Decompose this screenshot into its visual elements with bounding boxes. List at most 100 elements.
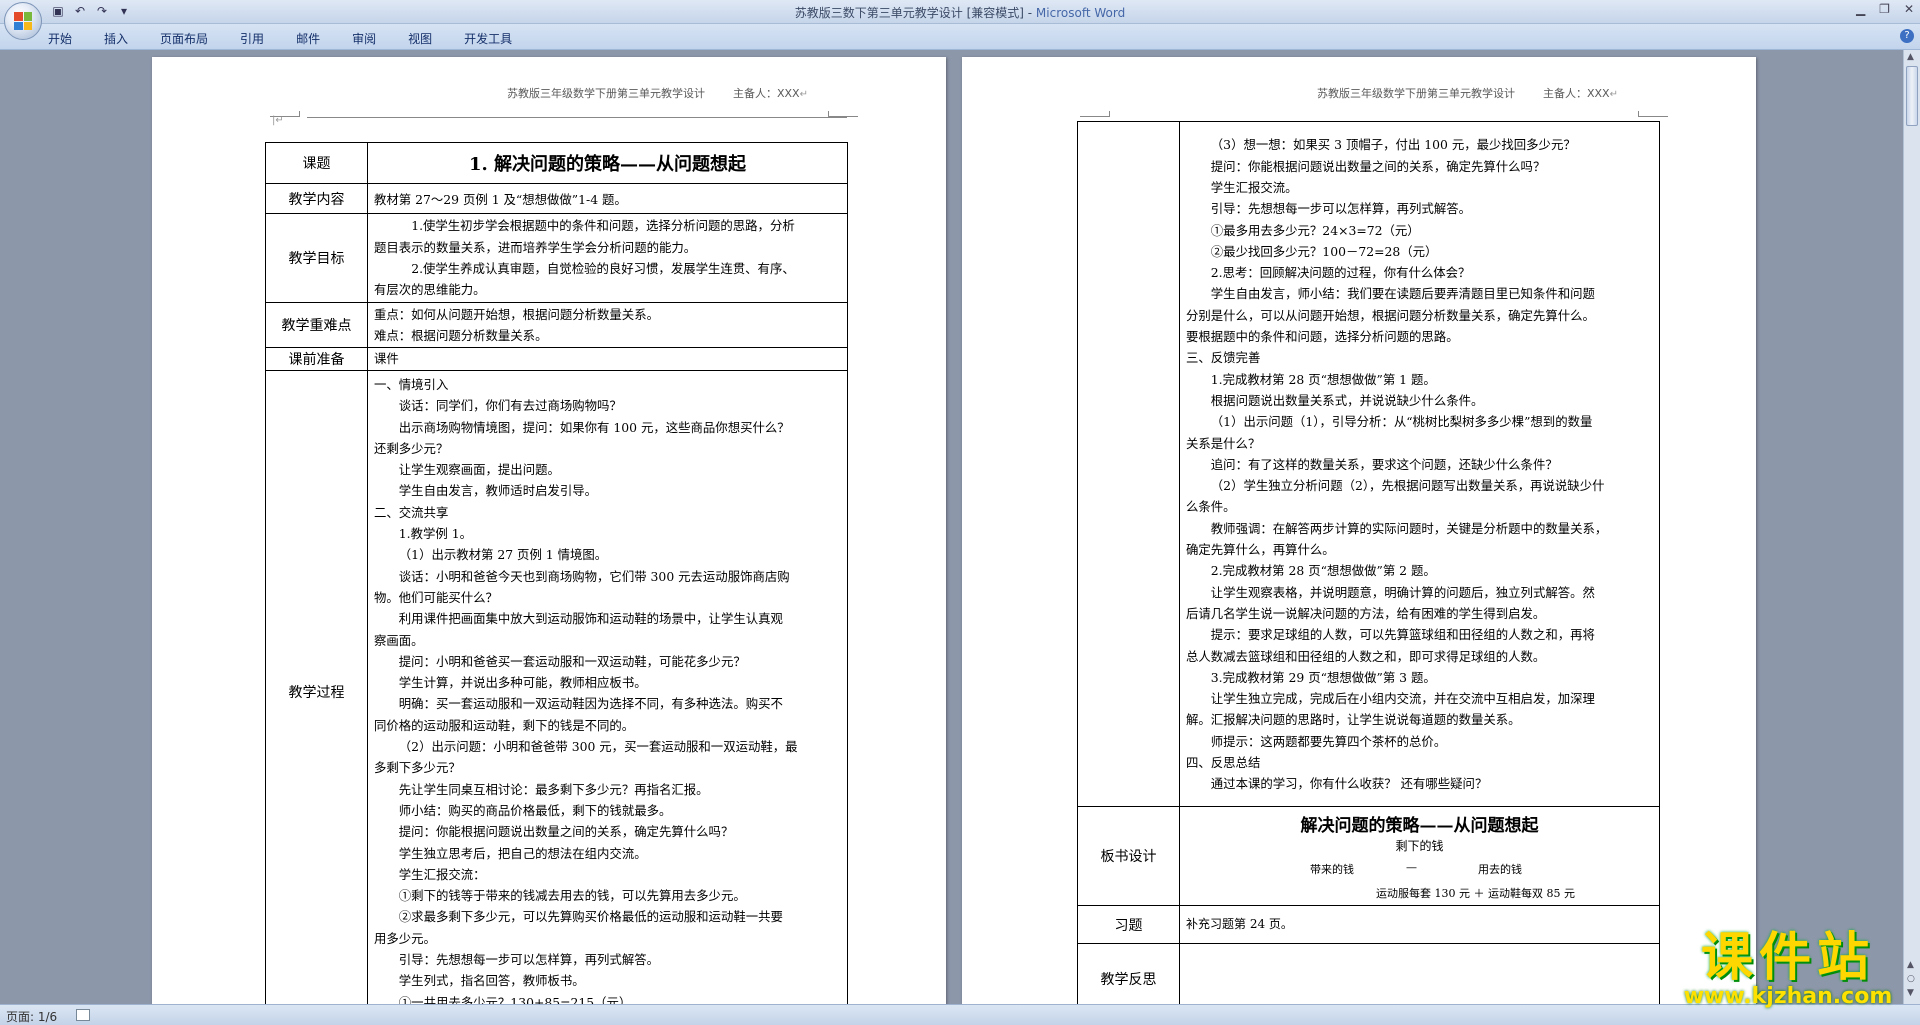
tab-mailings[interactable]: 邮件 bbox=[296, 30, 320, 47]
help-icon[interactable]: ? bbox=[1900, 29, 1914, 43]
tab-view[interactable]: 视图 bbox=[408, 30, 432, 47]
process-line: 师提示：这两题都要先算四个茶杯的总价。 bbox=[1210, 733, 1447, 749]
page-header: 苏教版三年级数学下册第三单元教学设计 主备人：XXX↵ bbox=[507, 87, 808, 100]
content-line: 有层次的思维能力。 bbox=[374, 282, 486, 298]
office-button[interactable] bbox=[4, 2, 42, 40]
lesson-table-continued: （3）想一想：如果买 3 顶帽子，付出 100 元，最少找回多少元？ 提问：你能根… bbox=[1077, 121, 1660, 1004]
process-line: 先让学生同桌互相讨论：最多剩下多少元？再指名汇报。 bbox=[398, 781, 709, 797]
ribbon-tabs: 开始 插入 页面布局 引用 邮件 审阅 视图 开发工具 bbox=[48, 30, 544, 47]
process-line: 要根据题中的条件和问题，选择分析问题的思路。 bbox=[1186, 329, 1459, 345]
board-subtitle: 剩下的钱 bbox=[1395, 839, 1444, 853]
lesson-title: 1. 解决问题的策略——从问题想起 bbox=[367, 142, 848, 184]
process-line: 三、反馈完善 bbox=[1186, 350, 1261, 366]
process-line: 通过本课的学习，你有什么收获？ 还有哪些疑问？ bbox=[1210, 776, 1488, 792]
tab-home[interactable]: 开始 bbox=[48, 30, 72, 47]
content-line: 2.使学生养成认真审题，自觉检验的良好习惯，发展学生连贯、有序、 bbox=[411, 261, 795, 276]
document-workspace: 苏教版三年级数学下册第三单元教学设计 主备人：XXX↵ |↵ 课题 1. 解决问… bbox=[0, 50, 1903, 1004]
title-bar: ▣ ↶ ↷ ▾ 苏教版三数下第三单元教学设计 [兼容模式] - Microsof… bbox=[0, 0, 1920, 24]
vertical-scrollbar[interactable]: ▲ ▲ ○ ▼ bbox=[1903, 50, 1920, 1004]
process-line: 利用课件把画面集中放大到运动服饰和运动鞋的场景中，让学生认真观 bbox=[398, 611, 783, 627]
watermark-url: www.kjzhan.com bbox=[1683, 984, 1893, 1009]
process-line: 关系是什么？ bbox=[1186, 435, 1261, 451]
process-line: 学生自由发言，教师适时启发引导。 bbox=[398, 483, 598, 499]
row-label: 教学反思 bbox=[1077, 943, 1180, 1004]
content-line: 题目表示的数量关系，进而培养学生学会分析问题的能力。 bbox=[374, 239, 697, 255]
process-line: 物。他们可能买什么？ bbox=[374, 589, 498, 605]
scroll-thumb[interactable] bbox=[1906, 66, 1918, 126]
minimize-icon[interactable]: ▁ bbox=[1856, 2, 1865, 16]
crop-mark bbox=[1638, 111, 1668, 117]
tab-developer[interactable]: 开发工具 bbox=[464, 30, 512, 47]
process-line: （3）想一想：如果买 3 顶帽子，付出 100 元，最少找回多少元？ bbox=[1210, 137, 1576, 153]
table-row: 习题 补充习题第 24 页。 bbox=[1077, 905, 1660, 944]
proofing-icon[interactable] bbox=[76, 1009, 90, 1021]
page-nav-buttons[interactable]: ▲ ○ ▼ bbox=[1907, 958, 1915, 1000]
tab-insert[interactable]: 插入 bbox=[104, 30, 128, 47]
restore-icon[interactable]: ❐ bbox=[1879, 2, 1890, 16]
process-line: 么条件。 bbox=[1186, 499, 1236, 515]
process-line: 学生汇报交流。 bbox=[1210, 179, 1298, 195]
cursor-mark: |↵ bbox=[272, 115, 284, 126]
process-line: 让学生观察表格，并说明题意，明确计算的问题后，独立列式解答。然 bbox=[1210, 584, 1595, 600]
content-line: 难点：根据问题分析数量关系。 bbox=[374, 328, 548, 343]
table-row: 课前准备 课件 bbox=[265, 347, 848, 371]
tab-references[interactable]: 引用 bbox=[240, 30, 264, 47]
process-line: 用多少元。 bbox=[374, 930, 436, 946]
row-label: 课题 bbox=[265, 142, 368, 184]
table-row: 教学反思 bbox=[1077, 943, 1660, 1004]
process-line: 明确：买一套运动服和一双运动鞋因为选择不同，有多种选法。购买不 bbox=[398, 696, 783, 712]
lesson-table: 课题 1. 解决问题的策略——从问题想起 教学内容 教材第 27～29 页例 1… bbox=[265, 142, 848, 1004]
board-design-cell: 解决问题的策略——从问题想起 剩下的钱 带来的钱 — 用去的钱 运动服每套 13… bbox=[1179, 806, 1660, 906]
objectives-cell: 1.使学生初步学会根据题中的条件和问题，选择分析问题的思路，分析 题目表示的数量… bbox=[367, 213, 848, 303]
process-line: 师小结：购买的商品价格最低，剩下的钱就最多。 bbox=[398, 802, 672, 818]
process-line: 提示：要求足球组的人数，可以先算篮球组和田径组的人数之和，再将 bbox=[1210, 627, 1595, 643]
process-line: 学生自由发言，师小结：我们要在读题后要弄清题目里已知条件和问题 bbox=[1210, 286, 1595, 302]
window-title: 苏教版三数下第三单元教学设计 [兼容模式] - Microsoft Word bbox=[794, 6, 1126, 20]
process-line: 1.教学例 1。 bbox=[398, 526, 473, 542]
process-line: 分别是什么，可以从问题开始想，根据问题分析数量关系，确定先算什么。 bbox=[1186, 307, 1595, 323]
process-cell: （3）想一想：如果买 3 顶帽子，付出 100 元，最少找回多少元？ 提问：你能根… bbox=[1179, 121, 1660, 807]
process-line: ②求最多剩下多少元，可以先算购买价格最低的运动服和运动鞋一共要 bbox=[398, 909, 783, 925]
process-line: 2.思考：回顾解决问题的过程，你有什么体会？ bbox=[1210, 265, 1471, 281]
tab-page-layout[interactable]: 页面布局 bbox=[160, 30, 208, 47]
process-line: 学生列式，指名回答，教师板书。 bbox=[398, 973, 585, 989]
process-line: 总人数减去篮球组和田径组的人数之和，即可求得足球组的人数。 bbox=[1186, 648, 1546, 664]
process-line: （1）出示教材第 27 页例 1 情境图。 bbox=[398, 547, 608, 563]
table-row: 课题 1. 解决问题的策略——从问题想起 bbox=[265, 142, 848, 184]
page-header: 苏教版三年级数学下册第三单元教学设计 主备人：XXX↵ bbox=[1317, 87, 1618, 100]
watermark-text: 课件站 bbox=[1700, 927, 1875, 988]
row-label: 教学过程 bbox=[265, 370, 368, 1004]
process-line: 3.完成教材第 29 页“想想做做”第 3 题。 bbox=[1210, 669, 1436, 685]
document-page-1: 苏教版三年级数学下册第三单元教学设计 主备人：XXX↵ |↵ 课题 1. 解决问… bbox=[152, 57, 946, 1004]
process-line: （1）出示问题（1），引导分析：从“桃树比梨树多多少棵”想到的数量 bbox=[1210, 414, 1593, 430]
tab-review[interactable]: 审阅 bbox=[352, 30, 376, 47]
process-line: 察画面。 bbox=[374, 632, 424, 648]
table-row: 教学目标 1.使学生初步学会根据题中的条件和问题，选择分析问题的思路，分析 题目… bbox=[265, 213, 848, 303]
process-line: 一、情境引入 bbox=[374, 377, 449, 392]
process-line: 四、反思总结 bbox=[1186, 755, 1261, 770]
process-line: 确定先算什么，再算什么。 bbox=[1186, 542, 1335, 558]
document-page-2: 苏教版三年级数学下册第三单元教学设计 主备人：XXX↵ （3）想一想：如果买 3… bbox=[962, 57, 1756, 1004]
content-line: 重点：如何从问题开始想，根据问题分析数量关系。 bbox=[374, 306, 659, 322]
page-indicator[interactable]: 页面: 1/6 bbox=[6, 1008, 57, 1025]
reflection-cell bbox=[1179, 943, 1660, 1004]
watermark-logo: 课件站 www.kjzhan.com bbox=[1674, 930, 1902, 1008]
process-line: 追问：有了这样的数量关系，要求这个问题，还缺少什么条件？ bbox=[1210, 456, 1558, 472]
keypoints-cell: 重点：如何从问题开始想，根据问题分析数量关系。 难点：根据问题分析数量关系。 bbox=[367, 302, 848, 348]
board-title: 解决问题的策略——从问题想起 bbox=[1300, 816, 1539, 836]
board-eq-2: 运动服每套 130 元 ＋ 运动鞋每双 85 元 bbox=[1376, 887, 1575, 900]
process-line: 还剩多少元？ bbox=[374, 440, 449, 456]
row-label: 教学目标 bbox=[265, 213, 368, 303]
scroll-up-icon[interactable]: ▲ bbox=[1907, 52, 1914, 62]
process-line: 2.完成教材第 28 页“想想做做”第 2 题。 bbox=[1210, 563, 1436, 579]
close-icon[interactable]: ✕ bbox=[1904, 2, 1914, 16]
board-eq-right: 用去的钱 bbox=[1478, 863, 1522, 876]
process-cell: 一、情境引入 谈话：同学们，你们有去过商场购物吗？ 出示商场购物情境图，提问：如果你… bbox=[367, 370, 848, 1004]
table-row: 板书设计 解决问题的策略——从问题想起 剩下的钱 带来的钱 — 用去的钱 运动服… bbox=[1077, 806, 1660, 906]
content-text: 教材第 27～29 页例 1 及“想想做做”1-4 题。 bbox=[367, 183, 848, 214]
process-line: ①剩下的钱等于带来的钱减去用去的钱，可以先算用去多少元。 bbox=[398, 888, 746, 904]
process-line: ①最多用去多少元？24×3=72（元） bbox=[1210, 222, 1420, 238]
process-line: 学生独立思考后，把自己的想法在组内交流。 bbox=[398, 845, 647, 861]
process-line: 谈话：同学们，你们有去过商场购物吗？ bbox=[398, 398, 622, 414]
table-row: 教学重难点 重点：如何从问题开始想，根据问题分析数量关系。 难点：根据问题分析数… bbox=[265, 302, 848, 348]
